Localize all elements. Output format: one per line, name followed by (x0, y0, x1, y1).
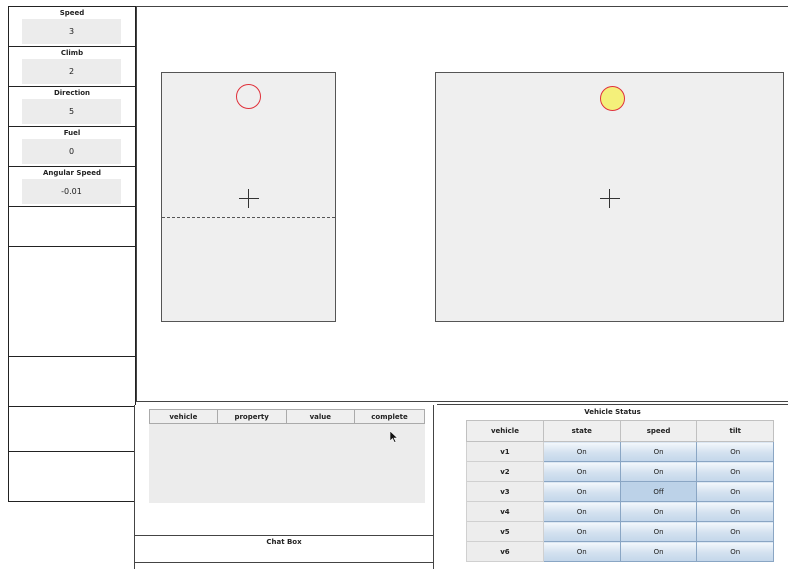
state-toggle-button[interactable]: On (542, 481, 621, 502)
vehicle-status-title: Vehicle Status (584, 408, 641, 416)
speed-toggle-button[interactable]: On (619, 501, 698, 522)
direction-gauge: Direction 5 (8, 86, 136, 127)
mouse-cursor-icon (390, 431, 398, 443)
vehicle-name: v4 (466, 501, 544, 522)
tilt-toggle-button[interactable]: On (696, 441, 774, 462)
crosshair-horizontal (239, 198, 259, 199)
empty-panel-4 (8, 406, 136, 452)
tilt-toggle-button[interactable]: On (696, 521, 774, 542)
angular-speed-gauge: Angular Speed -0.01 (8, 166, 136, 207)
speed-toggle-button[interactable]: On (619, 441, 698, 462)
empty-panel-5 (8, 451, 136, 502)
table-row: v1 On On On (466, 441, 774, 462)
climb-label: Climb (60, 49, 84, 57)
direction-value: 5 (22, 99, 121, 124)
column-header-value[interactable]: value (285, 409, 356, 424)
vehicle-name: v5 (466, 521, 544, 542)
table-row: v4 On On On (466, 501, 774, 522)
table-row: v5 On On On (466, 521, 774, 542)
column-header-property[interactable]: property (216, 409, 287, 424)
empty-panel-1 (8, 206, 136, 247)
table-row: v6 On On On (466, 541, 774, 562)
column-header-vehicle[interactable]: vehicle (466, 420, 544, 442)
column-header-complete[interactable]: complete (354, 409, 425, 424)
state-toggle-button[interactable]: On (542, 501, 621, 522)
target-ring-icon (236, 84, 261, 109)
crosshair-vertical (609, 189, 610, 208)
tilt-toggle-button[interactable]: On (696, 481, 774, 502)
fuel-label: Fuel (63, 129, 81, 137)
crosshair-vertical (248, 189, 249, 208)
fuel-gauge: Fuel 0 (8, 126, 136, 167)
climb-gauge: Climb 2 (8, 46, 136, 87)
vehicle-status-panel: Vehicle Status vehicle state speed tilt … (437, 404, 788, 569)
speed-toggle-button[interactable]: On (619, 541, 698, 562)
vehicle-name: v2 (466, 461, 544, 482)
top-view-pane[interactable] (435, 72, 784, 322)
empty-panel-2 (8, 246, 136, 357)
task-table-header: vehicle property value complete (149, 409, 425, 424)
speed-label: Speed (59, 9, 85, 17)
direction-label: Direction (53, 89, 91, 97)
column-header-speed[interactable]: speed (619, 420, 698, 442)
state-toggle-button[interactable]: On (542, 461, 621, 482)
tilt-toggle-button[interactable]: On (696, 461, 774, 482)
state-toggle-button[interactable]: On (542, 521, 621, 542)
target-marker-icon (600, 86, 625, 111)
vehicle-name: v3 (466, 481, 544, 502)
speed-toggle-button[interactable]: On (619, 521, 698, 542)
table-row: v2 On On On (466, 461, 774, 482)
angular-speed-value: -0.01 (22, 179, 121, 204)
chat-box-title: Chat Box (266, 538, 302, 546)
crosshair-horizontal (600, 198, 620, 199)
speed-toggle-button[interactable]: Off (619, 481, 698, 502)
fuel-value: 0 (22, 139, 121, 164)
tilt-toggle-button[interactable]: On (696, 501, 774, 522)
column-header-vehicle[interactable]: vehicle (149, 409, 218, 424)
speed-gauge: Speed 3 (8, 6, 136, 47)
speed-value: 3 (22, 19, 121, 44)
state-toggle-button[interactable]: On (542, 441, 621, 462)
vehicle-name: v6 (466, 541, 544, 562)
column-header-state[interactable]: state (542, 420, 621, 442)
climb-value: 2 (22, 59, 121, 84)
chat-box[interactable]: Chat Box (134, 535, 434, 563)
state-toggle-button[interactable]: On (542, 541, 621, 562)
task-table-body[interactable] (149, 424, 425, 503)
horizon-line (162, 217, 335, 218)
side-view-pane[interactable] (161, 72, 336, 322)
column-header-tilt[interactable]: tilt (696, 420, 774, 442)
vehicle-name: v1 (466, 441, 544, 462)
empty-panel-3 (8, 356, 136, 407)
angular-speed-label: Angular Speed (43, 169, 101, 177)
speed-toggle-button[interactable]: On (619, 461, 698, 482)
table-row: v3 On Off On (466, 481, 774, 502)
tilt-toggle-button[interactable]: On (696, 541, 774, 562)
vehicle-status-table: vehicle state speed tilt v1 On On On v2 … (466, 420, 774, 562)
